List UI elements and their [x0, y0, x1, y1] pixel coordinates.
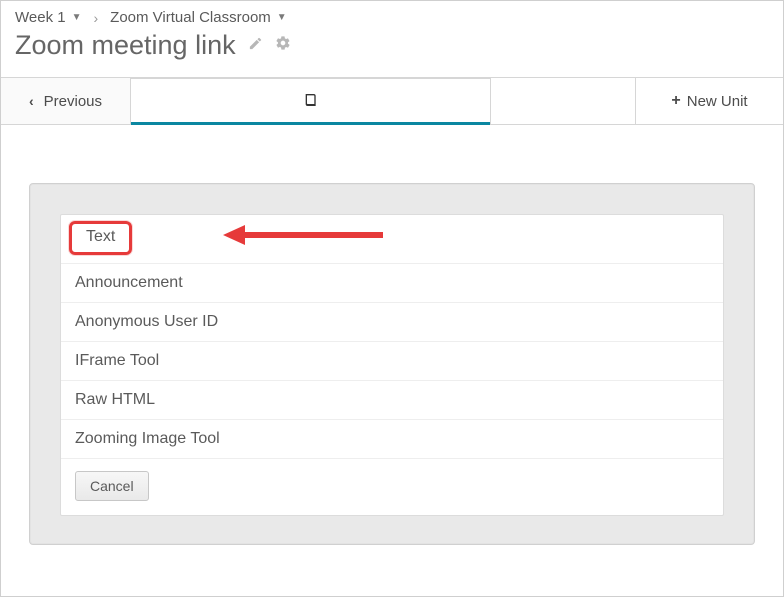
- option-zooming-image-tool[interactable]: Zooming Image Tool: [61, 420, 723, 459]
- cancel-button[interactable]: Cancel: [75, 471, 149, 501]
- new-unit-label: New Unit: [687, 93, 748, 110]
- component-chooser: Text Announcement Anonymous User ID IFra…: [29, 183, 755, 545]
- option-raw-html[interactable]: Raw HTML: [61, 381, 723, 420]
- content-panel: Text Announcement Anonymous User ID IFra…: [1, 125, 783, 567]
- page-title: Zoom meeting link: [15, 30, 236, 61]
- cancel-row: Cancel: [61, 459, 723, 501]
- plus-icon: +: [671, 92, 680, 110]
- option-label: Zooming Image Tool: [75, 430, 220, 447]
- option-label: IFrame Tool: [75, 352, 159, 369]
- breadcrumb: Week 1 ▼ › Zoom Virtual Classroom ▼: [1, 1, 783, 30]
- breadcrumb-label: Zoom Virtual Classroom: [110, 9, 271, 26]
- breadcrumb-label: Week 1: [15, 9, 66, 26]
- caret-down-icon: ▼: [277, 12, 287, 23]
- option-text[interactable]: Text: [61, 215, 723, 264]
- book-icon: [303, 92, 319, 112]
- page-title-row: Zoom meeting link: [1, 30, 783, 77]
- option-label: Raw HTML: [75, 391, 155, 408]
- option-label: Text: [69, 221, 132, 255]
- gear-icon[interactable]: [275, 35, 291, 56]
- tab-current-unit[interactable]: [131, 78, 491, 124]
- previous-label: Previous: [44, 93, 102, 110]
- tabs-row: ‹ Previous + New Unit: [1, 77, 783, 125]
- new-unit-button[interactable]: + New Unit: [635, 78, 783, 124]
- annotation-arrow: [223, 215, 403, 260]
- breadcrumb-item-week[interactable]: Week 1 ▼: [15, 9, 82, 26]
- breadcrumb-item-classroom[interactable]: Zoom Virtual Classroom ▼: [110, 9, 287, 26]
- previous-button[interactable]: ‹ Previous: [1, 78, 131, 124]
- caret-down-icon: ▼: [72, 12, 82, 23]
- option-anonymous-user-id[interactable]: Anonymous User ID: [61, 303, 723, 342]
- chevron-left-icon: ‹: [29, 93, 34, 109]
- option-iframe-tool[interactable]: IFrame Tool: [61, 342, 723, 381]
- edit-icon[interactable]: [248, 36, 263, 56]
- option-label: Anonymous User ID: [75, 313, 218, 330]
- tabs-spacer: [491, 78, 635, 124]
- component-list: Text Announcement Anonymous User ID IFra…: [60, 214, 724, 516]
- chevron-right-icon: ›: [94, 10, 99, 26]
- option-label: Announcement: [75, 274, 183, 291]
- option-announcement[interactable]: Announcement: [61, 264, 723, 303]
